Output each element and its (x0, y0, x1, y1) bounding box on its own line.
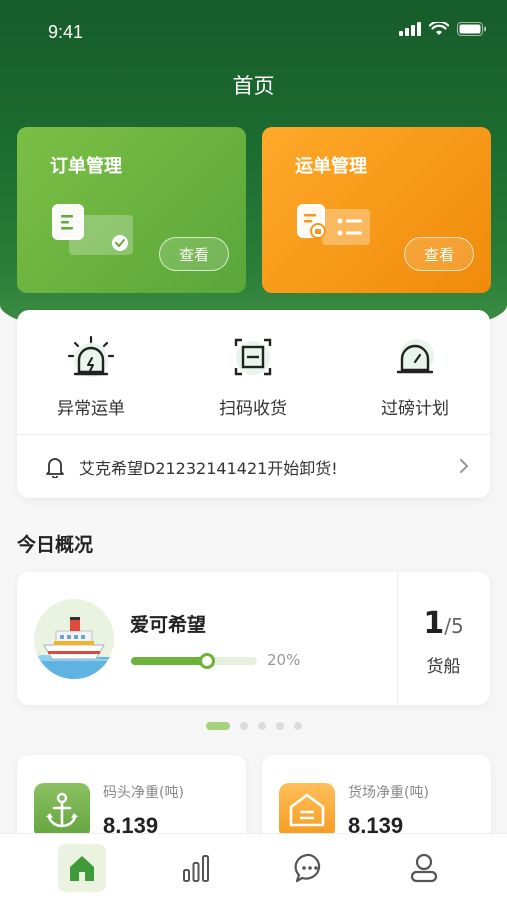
quick-action-abnormal-waybill[interactable]: 异常运单 (31, 334, 151, 419)
tab-home[interactable] (58, 844, 106, 892)
wifi-icon (429, 22, 449, 35)
quick-action-label: 异常运单 (57, 399, 125, 419)
carousel-dot[interactable] (257, 722, 266, 730)
page-title: 首页 (232, 74, 275, 98)
status-bar: 9:41 (0, 0, 507, 64)
waybill-card-title: 运单管理 (295, 156, 367, 177)
scan-icon (234, 338, 272, 376)
ship-progress-bar (131, 653, 257, 669)
ship-progress-label: 20% (267, 651, 301, 669)
chevron-right-icon (460, 459, 469, 473)
yard-weight-label: 货场净重(吨) (348, 785, 429, 801)
carousel-dot[interactable] (275, 722, 284, 730)
tab-stats[interactable] (172, 844, 220, 892)
ship-count-total: /5 (444, 614, 464, 638)
carousel-dot[interactable] (293, 722, 302, 730)
overview-title: 今日概况 (17, 534, 94, 556)
quick-action-weighing-plan[interactable]: 过磅计划 (355, 334, 475, 419)
dock-weight-label: 码头净重(吨) (103, 785, 184, 801)
ship-progress-knob (199, 653, 215, 669)
alarm-icon (67, 335, 115, 377)
scale-icon (396, 339, 434, 374)
home-icon (70, 856, 94, 881)
quick-action-label: 扫码收货 (219, 399, 287, 419)
ship-overview-card[interactable]: 爱可希望 20% 1/5 货船 (17, 572, 490, 705)
waybill-management-card[interactable]: 运单管理 查看 (262, 127, 491, 293)
waybill-document-icon (297, 204, 370, 245)
ship-count-current: 1 (423, 606, 445, 641)
ship-icon (34, 617, 114, 679)
signal-icon (399, 22, 421, 36)
ship-progress-fill (131, 657, 207, 665)
ship-count-unit: 货船 (426, 657, 461, 677)
yard-icon-tile (279, 783, 335, 839)
order-card-title: 订单管理 (50, 156, 122, 177)
carousel-indicator[interactable] (0, 722, 507, 730)
tab-messages[interactable] (286, 844, 334, 892)
stats-icon (183, 855, 209, 882)
ship-count: 1/5 (397, 606, 490, 641)
warehouse-icon (289, 793, 325, 827)
carousel-dot[interactable] (205, 722, 230, 730)
quick-action-label: 过磅计划 (381, 399, 449, 419)
dock-icon-tile (34, 783, 90, 839)
order-view-button[interactable]: 查看 (159, 237, 229, 271)
ship-avatar (34, 599, 114, 679)
tab-profile[interactable] (400, 844, 448, 892)
bottom-tab-bar (0, 833, 507, 900)
status-time: 9:41 (48, 22, 84, 42)
order-management-card[interactable]: 订单管理 查看 (17, 127, 246, 293)
waybill-view-button[interactable]: 查看 (404, 237, 474, 271)
quick-action-scan-receive[interactable]: 扫码收货 (193, 334, 313, 419)
status-icons (399, 22, 487, 36)
quick-actions-panel: 异常运单 扫码收货 过磅计划 艾克希望D21232141421开始卸货! (17, 310, 490, 498)
ship-name: 爱可希望 (130, 614, 207, 636)
profile-icon (410, 853, 438, 883)
battery-icon (457, 22, 486, 36)
message-icon (294, 853, 321, 883)
carousel-dot[interactable] (239, 722, 248, 730)
notice-bar[interactable]: 艾克希望D21232141421开始卸货! (17, 434, 490, 498)
bell-icon (46, 457, 64, 478)
anchor-icon (46, 792, 78, 828)
order-document-icon (52, 204, 133, 255)
notice-text: 艾克希望D21232141421开始卸货! (79, 458, 338, 478)
